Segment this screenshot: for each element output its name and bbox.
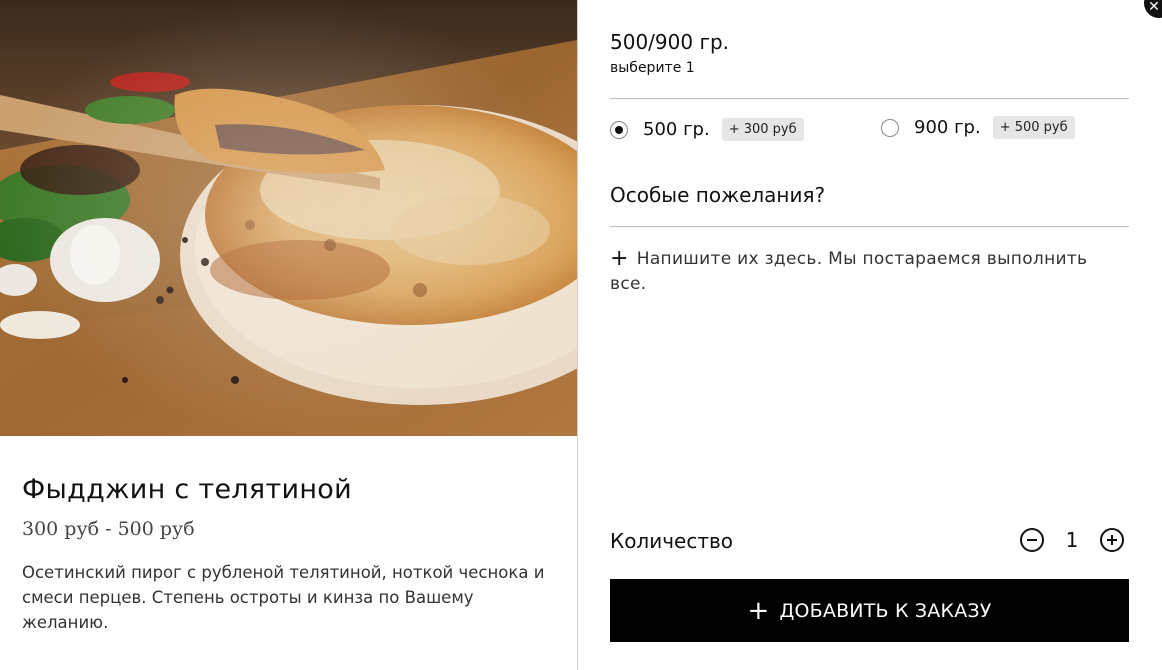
options-divider — [610, 98, 1129, 99]
product-photo — [0, 0, 577, 436]
option-900g[interactable]: 900 гр. + 500 руб — [881, 116, 1075, 139]
option-group-hint: выберите 1 — [610, 60, 695, 76]
requests-divider — [610, 226, 1129, 227]
option-price-tag: + 500 руб — [992, 116, 1075, 139]
product-info-panel: Фыдджин с телятиной 300 руб - 500 руб Ос… — [0, 0, 577, 670]
option-500g[interactable]: 500 гр. + 300 руб — [610, 118, 804, 141]
minus-circle-icon — [1027, 539, 1037, 541]
decrease-quantity-button[interactable] — [1020, 528, 1044, 552]
plus-icon: + — [747, 595, 770, 626]
add-to-order-button[interactable]: + ДОБАВИТЬ К ЗАКАЗУ — [610, 579, 1129, 642]
radio-selected-icon[interactable] — [610, 120, 628, 139]
add-note-text: Напишите их здесь. Мы постараемся выполн… — [610, 249, 1088, 294]
special-requests-title: Особые пожелания? — [610, 183, 826, 207]
option-group-title: 500/900 гр. — [610, 30, 730, 54]
option-label: 500 гр. — [643, 119, 710, 140]
add-to-order-label: ДОБАВИТЬ К ЗАКАЗУ — [779, 599, 992, 622]
close-icon: ✕ — [1148, 0, 1160, 15]
plus-circle-icon-vertical — [1111, 535, 1113, 545]
add-note-link[interactable]: + Напишите их здесь. Мы постараемся выпол… — [610, 246, 1110, 297]
increase-quantity-button[interactable] — [1100, 528, 1124, 552]
option-price-tag: + 300 руб — [721, 118, 804, 141]
product-price-range: 300 руб - 500 руб — [22, 518, 195, 540]
options-panel: ✕ 500/900 гр. выберите 1 500 гр. + 300 р… — [578, 0, 1162, 670]
radio-unselected-icon[interactable] — [881, 118, 899, 137]
quantity-label: Количество — [610, 529, 734, 553]
quantity-stepper: 1 — [1020, 528, 1124, 552]
product-title: Фыдджин с телятиной — [22, 474, 352, 505]
plus-icon: + — [610, 246, 629, 271]
option-label: 900 гр. — [914, 117, 981, 138]
close-button[interactable]: ✕ — [1144, 0, 1162, 18]
quantity-value: 1 — [1065, 528, 1079, 552]
product-description: Осетинский пирог с рубленой телятиной, н… — [22, 563, 545, 632]
